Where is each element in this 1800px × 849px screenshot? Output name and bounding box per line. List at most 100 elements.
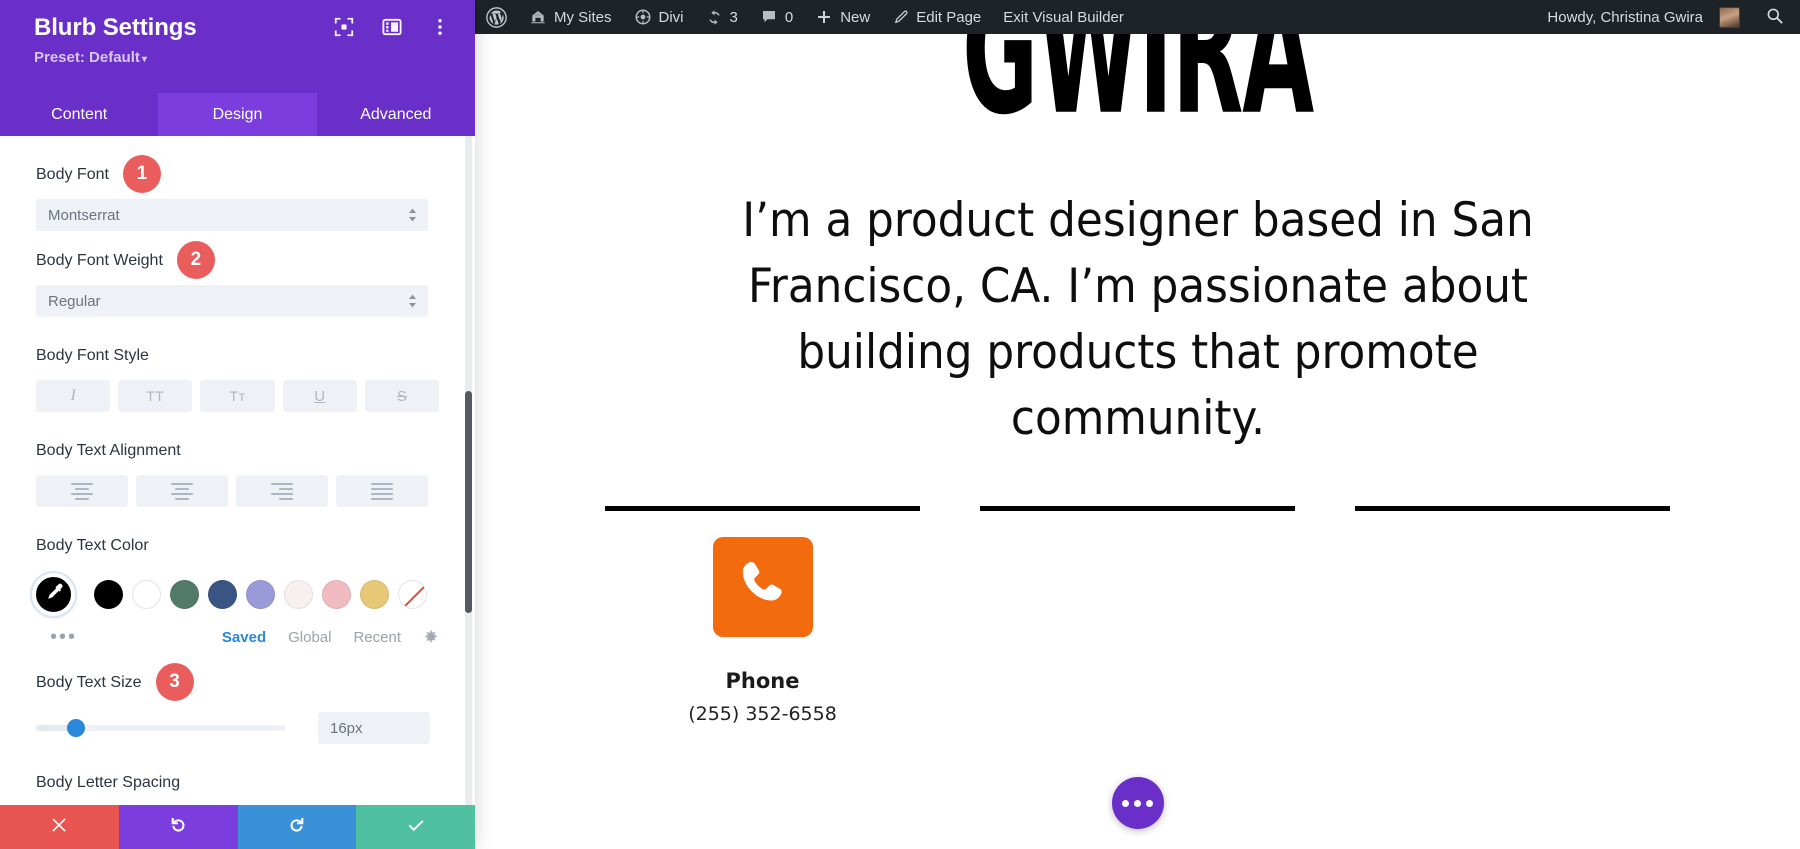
- panel-scrollbar-thumb[interactable]: [465, 391, 472, 613]
- italic-button[interactable]: I: [36, 380, 111, 412]
- exit-visual-builder-item[interactable]: Exit Visual Builder: [992, 0, 1135, 34]
- label-row: Body Text Color: [36, 533, 439, 559]
- sidebar-item-my-sites[interactable]: My Sites: [518, 0, 623, 34]
- updates-icon: [706, 9, 723, 26]
- eyedropper-icon: [43, 581, 65, 608]
- blurb-row: Phone (255) 352-6558: [475, 537, 1800, 725]
- align-left-icon: [71, 482, 93, 500]
- blurb-module-phone[interactable]: Phone (255) 352-6558: [605, 537, 920, 725]
- phone-icon: [732, 554, 794, 621]
- cancel-button[interactable]: [0, 805, 119, 849]
- divi-icon: [634, 8, 652, 26]
- label-row: Body Font Weight 2: [36, 241, 439, 279]
- text-alignment-button-group: [36, 475, 439, 507]
- swatch-navy[interactable]: [208, 580, 237, 609]
- swatch-black[interactable]: [94, 580, 123, 609]
- redo-button[interactable]: [237, 805, 357, 849]
- panel-header: Blurb Settings Preset: Default ▾: [0, 0, 475, 93]
- step-badge-2: 2: [176, 241, 215, 279]
- updates-item[interactable]: 3: [695, 0, 749, 34]
- blurb-module-placeholder-3: [1355, 537, 1670, 725]
- swatch-gold[interactable]: [360, 580, 389, 609]
- body-font-weight-value: Regular: [48, 292, 101, 310]
- field-body-font-style: Body Font Style I TT Tᴛ U S: [36, 343, 440, 412]
- font-style-button-group: I TT Tᴛ U S: [36, 380, 440, 412]
- panel-scroll-content: Body Font 1 Montserrat Body Font Weight: [0, 136, 475, 805]
- body-text-size-input[interactable]: 16px: [318, 712, 430, 744]
- underline-button[interactable]: U: [282, 380, 357, 412]
- align-right-icon: [271, 482, 293, 500]
- focus-target-icon[interactable]: [333, 16, 355, 38]
- label-row: Body Letter Spacing: [36, 770, 439, 796]
- save-button[interactable]: [356, 805, 475, 849]
- swatch-white[interactable]: [132, 580, 161, 609]
- body-text-alignment-label: Body Text Alignment: [36, 442, 181, 459]
- body-font-select[interactable]: Montserrat: [36, 199, 428, 231]
- comments-item[interactable]: 0: [749, 0, 804, 34]
- link-recent[interactable]: Recent: [353, 629, 401, 646]
- uppercase-button[interactable]: TT: [118, 380, 193, 412]
- chevron-updown-icon: [408, 208, 417, 222]
- greeting-label: Howdy, Christina Gwira: [1547, 8, 1703, 26]
- new-label: New: [840, 8, 871, 26]
- color-source-links: Saved Global Recent: [222, 629, 439, 646]
- swatch-offwhite[interactable]: [284, 580, 313, 609]
- field-body-text-alignment: Body Text Alignment: [36, 438, 439, 507]
- body-text-size-slider[interactable]: [36, 719, 286, 737]
- edit-page-item[interactable]: Edit Page: [881, 0, 992, 34]
- link-saved[interactable]: Saved: [222, 629, 266, 646]
- wordpress-logo-item[interactable]: [475, 0, 518, 34]
- strikethrough-button[interactable]: S: [364, 380, 440, 412]
- divi-label: Divi: [658, 8, 684, 26]
- capitalize-glyph: Tᴛ: [229, 388, 246, 404]
- wordpress-logo-icon: [486, 6, 507, 28]
- divider-row: [475, 506, 1800, 511]
- more-vertical-icon[interactable]: [429, 16, 451, 38]
- blurb-module-placeholder-2: [980, 537, 1295, 725]
- swatch-transparent[interactable]: [398, 580, 427, 609]
- label-row: Body Font 1: [36, 155, 439, 193]
- color-subrow: ••• Saved Global Recent: [36, 626, 439, 648]
- align-justify-button[interactable]: [336, 475, 428, 507]
- body-text-size-label: Body Text Size: [36, 674, 142, 691]
- sidebar-item-divi[interactable]: Divi: [623, 0, 695, 34]
- tab-content[interactable]: Content: [0, 93, 159, 136]
- undo-button[interactable]: [118, 805, 238, 849]
- blurb-title: Phone: [725, 669, 800, 693]
- layout-panel-icon[interactable]: [381, 16, 403, 38]
- body-font-weight-select[interactable]: Regular: [36, 285, 428, 317]
- hero-word: GWIRA: [962, 34, 1314, 155]
- admin-bar-right: Howdy, Christina Gwira: [1536, 0, 1800, 34]
- capitalize-button[interactable]: Tᴛ: [200, 380, 275, 412]
- undo-icon: [168, 815, 188, 840]
- swatch-pink[interactable]: [322, 580, 351, 609]
- label-row: Body Text Size 3: [36, 663, 439, 701]
- panel-body: Body Font 1 Montserrat Body Font Weight: [0, 136, 475, 805]
- more-horizontal-icon: [1134, 799, 1141, 807]
- slider-handle[interactable]: [67, 719, 85, 737]
- link-global[interactable]: Global: [288, 629, 331, 646]
- color-swatch-row: [32, 573, 439, 616]
- tab-design[interactable]: Design: [158, 93, 317, 136]
- panel-action-bar: [0, 805, 475, 849]
- chevron-updown-icon: [408, 294, 417, 308]
- search-button[interactable]: [1751, 6, 1800, 29]
- divider: [980, 506, 1295, 511]
- page-settings-fab[interactable]: [1111, 777, 1164, 829]
- more-colors-icon[interactable]: •••: [50, 627, 77, 647]
- align-right-button[interactable]: [236, 475, 328, 507]
- align-left-button[interactable]: [36, 475, 128, 507]
- align-center-button[interactable]: [136, 475, 228, 507]
- visual-builder-screen: My Sites Divi 3 0 New Edit Page Exit Vis…: [0, 0, 1800, 849]
- swatch-green[interactable]: [170, 580, 199, 609]
- swatch-periwinkle[interactable]: [246, 580, 275, 609]
- field-body-letter-spacing: Body Letter Spacing: [36, 770, 439, 796]
- color-settings-gear-icon[interactable]: [423, 629, 439, 645]
- preset-selector[interactable]: Preset: Default ▾: [34, 49, 453, 69]
- new-item[interactable]: New: [804, 0, 881, 34]
- preset-label: Preset: Default: [34, 49, 140, 66]
- color-picker-button[interactable]: [32, 573, 75, 616]
- tab-advanced[interactable]: Advanced: [316, 93, 475, 136]
- check-icon: [406, 815, 426, 840]
- account-item[interactable]: Howdy, Christina Gwira: [1536, 0, 1751, 34]
